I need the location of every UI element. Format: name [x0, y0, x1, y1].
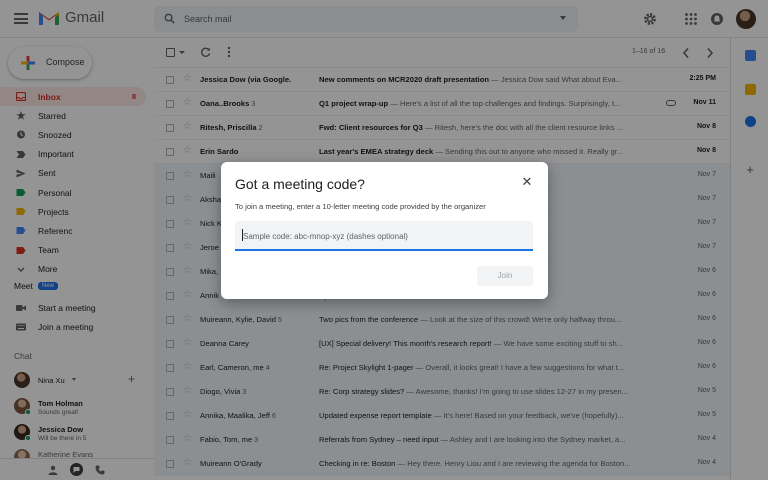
text-cursor: [242, 229, 243, 241]
dialog-title: Got a meeting code?: [235, 176, 365, 192]
close-icon[interactable]: ✕: [521, 175, 533, 188]
join-button[interactable]: Join: [477, 266, 533, 286]
meeting-code-field: [235, 221, 533, 251]
meeting-code-dialog: Got a meeting code? ✕ To join a meeting,…: [221, 162, 548, 299]
meeting-code-input[interactable]: [243, 229, 523, 243]
dialog-description: To join a meeting, enter a 10-letter mee…: [235, 202, 486, 211]
